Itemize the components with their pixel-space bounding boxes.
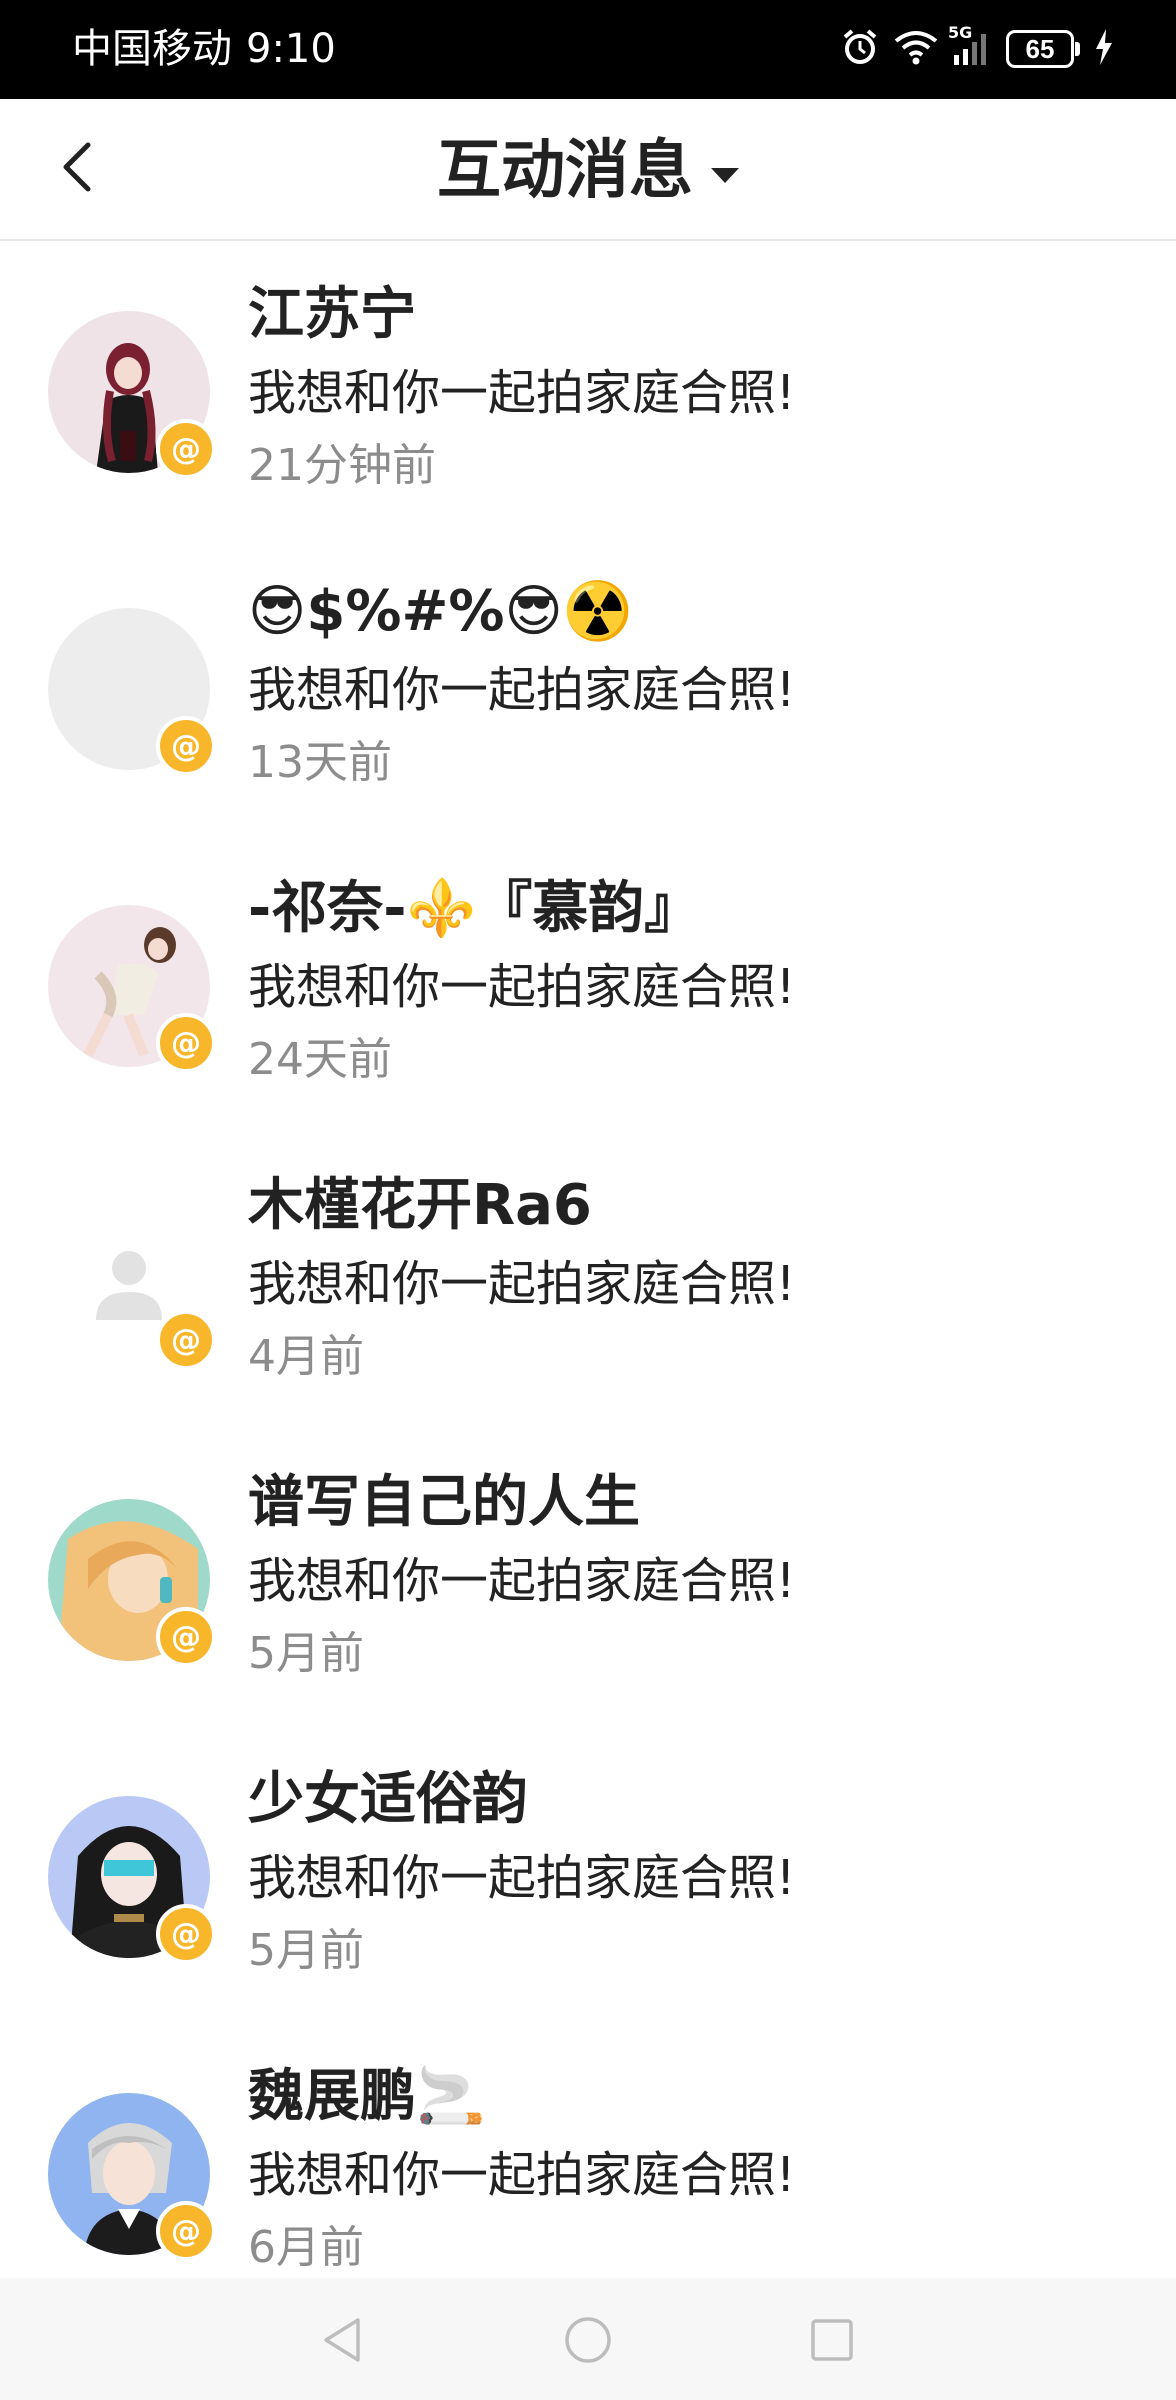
list-item[interactable]: @ 江苏宁 我想和你一起拍家庭合照! 21分钟前 — [0, 241, 1176, 538]
circle-home-icon — [565, 2317, 611, 2363]
user-name[interactable]: 江苏宁 — [248, 279, 1136, 351]
message-list: @ 江苏宁 我想和你一起拍家庭合照! 21分钟前 @ 😎$%#%😎☢️ 我想和你… — [0, 241, 1176, 2320]
title-dropdown[interactable]: 互动消息 — [0, 129, 1176, 213]
message-text: 我想和你一起拍家庭合照! — [248, 365, 796, 421]
timestamp: 13天前 — [248, 737, 392, 788]
clock: 9:10 — [246, 26, 336, 72]
nav-home-button[interactable] — [556, 2308, 620, 2372]
list-item[interactable]: @ 木槿花开Ra6 我想和你一起拍家庭合照! 4月前 — [0, 1132, 1176, 1429]
user-name[interactable]: 😎$%#%😎☢️ — [248, 576, 1136, 648]
user-name[interactable]: 魏展鹏🚬 — [248, 2061, 1136, 2133]
alarm-icon — [840, 27, 880, 71]
timestamp: 5月前 — [248, 1925, 364, 1976]
message-text: 我想和你一起拍家庭合照! — [248, 1553, 796, 1609]
list-item[interactable]: @ 谱写自己的人生 我想和你一起拍家庭合照! 5月前 — [0, 1429, 1176, 1726]
user-name[interactable]: 少女适俗韵 — [248, 1764, 1136, 1836]
mention-badge: @ — [156, 1310, 216, 1370]
nav-recents-button[interactable] — [800, 2308, 864, 2372]
timestamp: 6月前 — [248, 2222, 364, 2273]
charging-icon — [1094, 29, 1114, 69]
mention-badge: @ — [156, 1013, 216, 1073]
caret-down-icon — [711, 167, 739, 183]
status-bar: 中国移动 9:10 5G 65 — [0, 0, 1176, 99]
mention-badge: @ — [156, 2201, 216, 2261]
list-item[interactable]: @ 魏展鹏🚬 我想和你一起拍家庭合照! 6月前 — [0, 2023, 1176, 2320]
message-text: 我想和你一起拍家庭合照! — [248, 1256, 796, 1312]
user-name[interactable]: 谱写自己的人生 — [248, 1467, 1136, 1539]
timestamp: 5月前 — [248, 1628, 364, 1679]
message-text: 我想和你一起拍家庭合照! — [248, 1850, 796, 1906]
list-item[interactable]: @ -祁奈-⚜️『慕韵』 我想和你一起拍家庭合照! 24天前 — [0, 835, 1176, 1132]
user-name[interactable]: 木槿花开Ra6 — [248, 1170, 1136, 1242]
network-type-label: 5G — [948, 23, 973, 42]
wifi-icon — [894, 29, 938, 69]
mention-badge: @ — [156, 716, 216, 776]
mention-badge: @ — [156, 1607, 216, 1667]
header-bar: 互动消息 — [0, 99, 1176, 241]
timestamp: 24天前 — [248, 1034, 392, 1085]
message-text: 我想和你一起拍家庭合照! — [248, 959, 796, 1015]
system-nav-bar — [0, 2278, 1176, 2400]
timestamp: 4月前 — [248, 1331, 364, 1382]
mention-badge: @ — [156, 1904, 216, 1964]
page-title: 互动消息 — [437, 134, 693, 208]
message-text: 我想和你一起拍家庭合照! — [248, 662, 796, 718]
message-text: 我想和你一起拍家庭合照! — [248, 2147, 796, 2203]
list-item[interactable]: @ 😎$%#%😎☢️ 我想和你一起拍家庭合照! 13天前 — [0, 538, 1176, 835]
carrier-label: 中国移动 — [72, 26, 232, 72]
battery-indicator: 65 — [1006, 30, 1080, 68]
nav-back-button[interactable] — [310, 2308, 374, 2372]
timestamp: 21分钟前 — [248, 440, 436, 491]
status-right: 5G 65 — [840, 22, 1114, 76]
mention-badge: @ — [156, 419, 216, 479]
status-left: 中国移动 9:10 — [72, 22, 336, 76]
signal-icon: 5G — [948, 23, 992, 67]
triangle-back-icon — [324, 2318, 360, 2362]
user-name[interactable]: -祁奈-⚜️『慕韵』 — [248, 873, 1136, 945]
square-recents-icon — [811, 2319, 853, 2361]
list-item[interactable]: @ 少女适俗韵 我想和你一起拍家庭合照! 5月前 — [0, 1726, 1176, 2023]
